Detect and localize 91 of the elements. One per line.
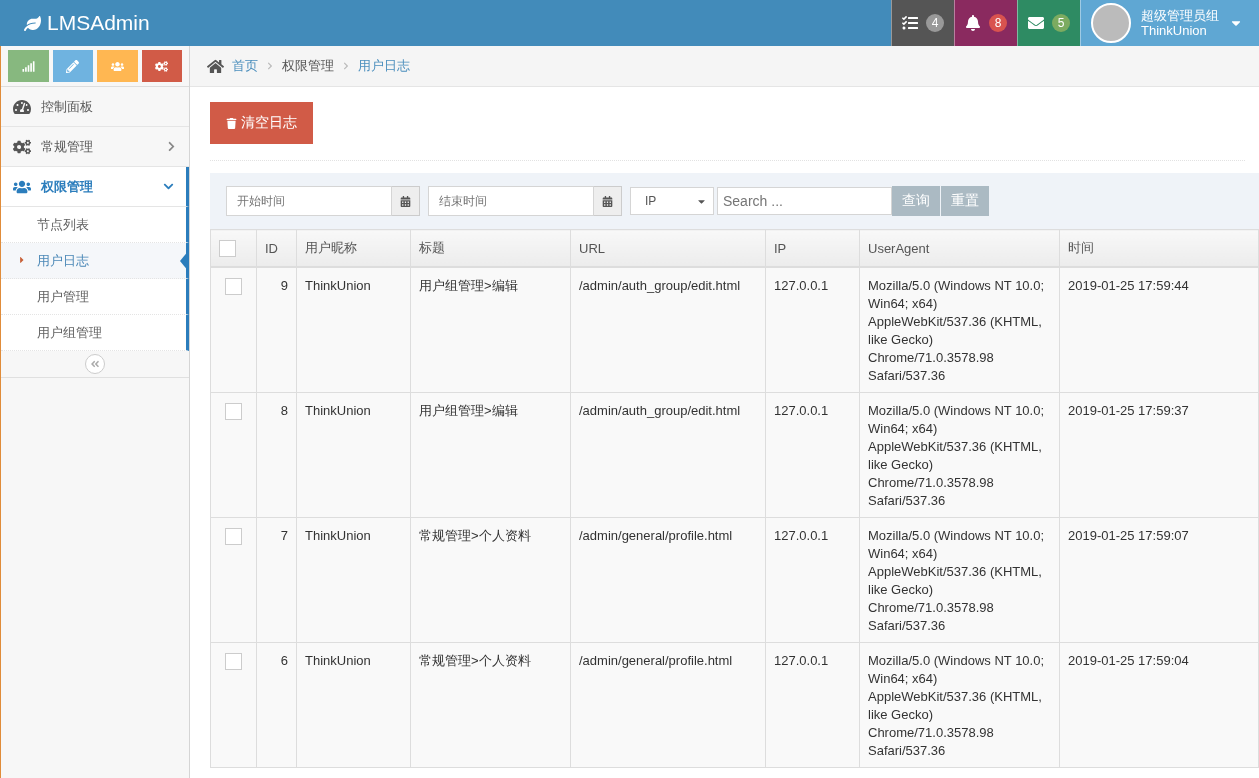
column-header: URL [570,229,766,267]
shortcut-button[interactable] [97,50,138,82]
count-badge: 5 [1052,14,1070,32]
table-cell: ThinkUnion [296,267,411,393]
clear-log-button[interactable]: 清空日志 [210,102,313,144]
table-cell: ThinkUnion [296,517,411,643]
shortcut-button[interactable] [141,50,182,82]
envelope-icon [1028,15,1044,31]
leaf-icon [24,14,41,32]
table-cell: Mozilla/5.0 (Windows NT 10.0; Win64; x64) AppleWebKit/537.36 (KHTML, like Gecko) Chrome/71.0.3578.98 Safari/537.36 [859,267,1060,393]
table-cell: 2019-01-25 17:59:44 [1059,267,1259,393]
separator-icon [342,62,350,70]
table-cell: 8 [256,392,297,518]
column-header: 时间 [1059,229,1259,267]
row-checkbox[interactable] [225,653,242,671]
sidebar-item[interactable]: 权限管理 [1,167,189,207]
pencil-icon [66,59,80,73]
home-icon [207,57,224,75]
table-cell: 127.0.0.1 [765,517,860,643]
table-cell: 常规管理>个人资料 [410,642,571,768]
column-header: ID [256,229,297,267]
row-checkbox[interactable] [225,528,242,546]
search-field[interactable]: Search ... [717,187,892,215]
submenu-item[interactable]: 节点列表 [1,207,189,243]
column-header: UserAgent [859,229,1060,267]
gears-icon [155,59,169,73]
double-chevron-icon [90,359,100,369]
reset-button[interactable]: 重置 [941,186,989,216]
table-cell: ThinkUnion [296,642,411,768]
submenu-item[interactable]: 用户日志 [1,243,189,279]
brand-logo[interactable]: LMSAdmin [0,0,190,46]
table-cell: 7 [256,517,297,643]
dashboard-icon [13,97,31,116]
breadcrumb-link[interactable]: 用户日志 [358,57,410,75]
table-cell: 127.0.0.1 [765,642,860,768]
submenu-item[interactable]: 用户管理 [1,279,189,315]
table-cell: 常规管理>个人资料 [410,517,571,643]
user-group: 超级管理员组 [1141,8,1219,23]
submenu-item[interactable]: 用户组管理 [1,315,189,351]
count-badge: 4 [926,14,944,32]
trash-icon [226,117,237,129]
user-name: ThinkUnion [1141,23,1208,38]
table-cell: 2019-01-25 17:59:37 [1059,392,1259,518]
column-header: 标题 [410,229,571,267]
query-button[interactable]: 查询 [892,186,940,216]
column-header: 用户昵称 [296,229,411,267]
table-cell: Mozilla/5.0 (Windows NT 10.0; Win64; x64) AppleWebKit/537.36 (KHTML, like Gecko) Chrome/71.0.3578.98 Safari/537.36 [859,392,1060,518]
table-cell: /admin/general/profile.html [570,517,766,643]
brand-title: LMSAdmin [47,11,150,35]
field-select[interactable]: IP [630,187,714,215]
table-cell: Mozilla/5.0 (Windows NT 10.0; Win64; x64) AppleWebKit/537.36 (KHTML, like Gecko) Chrome/71.0.3578.98 Safari/537.36 [859,517,1060,643]
table-cell: /admin/auth_group/edit.html [570,267,766,393]
shortcut-button[interactable] [52,50,93,82]
table-cell: Mozilla/5.0 (Windows NT 10.0; Win64; x64) AppleWebKit/537.36 (KHTML, like Gecko) Chrome/71.0.3578.98 Safari/537.36 [859,642,1060,768]
notification-button[interactable]: 4 [891,0,954,46]
table-cell: 127.0.0.1 [765,392,860,518]
start-date-field[interactable]: 开始时间 [226,186,392,216]
notification-button[interactable]: 5 [1017,0,1080,46]
row-checkbox[interactable] [225,403,242,421]
notification-button[interactable]: 8 [954,0,1017,46]
table-cell: 用户组管理>编辑 [410,392,571,518]
table-cell: /admin/auth_group/edit.html [570,392,766,518]
end-date-field[interactable]: 结束时间 [428,186,594,216]
calendar-addon[interactable] [392,186,420,216]
signal-icon [21,59,35,73]
shortcut-button[interactable] [8,50,49,82]
table-cell: 9 [256,267,297,393]
breadcrumb-text: 权限管理 [282,57,334,75]
table-cell: /admin/general/profile.html [570,642,766,768]
calendar-addon[interactable] [594,186,622,216]
select-all-checkbox[interactable] [219,239,236,257]
avatar [1091,3,1131,43]
bell-icon [965,15,981,31]
count-badge: 8 [989,14,1007,32]
row-checkbox[interactable] [225,278,242,296]
calendar-icon [602,195,613,207]
list-icon [902,15,918,31]
breadcrumb-link[interactable]: 首页 [232,57,258,75]
collapse-button[interactable] [85,354,105,374]
table-cell: ThinkUnion [296,392,411,518]
table-cell: 2019-01-25 17:59:04 [1059,642,1259,768]
table-cell: 2019-01-25 17:59:07 [1059,517,1259,643]
table-cell: 用户组管理>编辑 [410,267,571,393]
table-cell: 127.0.0.1 [765,267,860,393]
table-cell: 6 [256,642,297,768]
gears-icon [13,137,31,156]
column-header: IP [765,229,860,267]
calendar-icon [400,195,411,207]
separator-icon [266,62,274,70]
users-icon [110,59,124,73]
user-menu[interactable]: 超级管理员组 ThinkUnion [1080,0,1259,46]
